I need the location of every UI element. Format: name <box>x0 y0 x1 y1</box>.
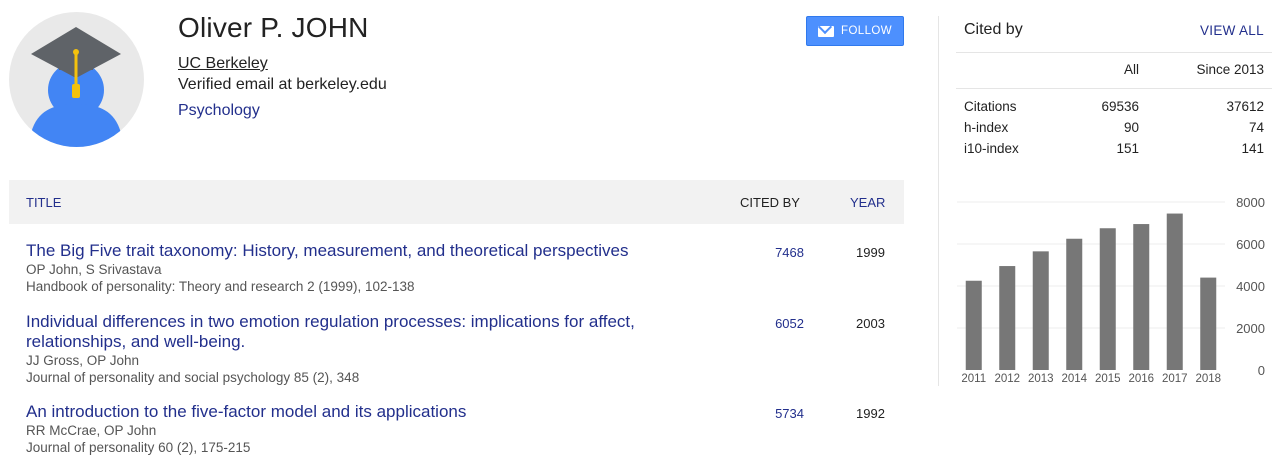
stat-since-value: 37612 <box>1226 99 1264 114</box>
y-tick-label: 6000 <box>1236 237 1265 252</box>
article-year: 2003 <box>856 316 885 331</box>
x-tick-label: 2015 <box>1095 373 1121 385</box>
x-tick-label: 2011 <box>961 373 986 385</box>
article-year: 1999 <box>856 245 885 260</box>
articles-table-header: TITLE CITED BY YEAR <box>9 180 904 224</box>
table-row: An introduction to the five‐factor model… <box>26 402 904 456</box>
stat-label: i10-index <box>964 141 1019 156</box>
profile-name: Oliver P. JOHN <box>178 12 369 43</box>
verified-email: Verified email at berkeley.edu <box>178 76 387 93</box>
y-tick-label: 8000 <box>1236 195 1265 210</box>
stat-since-value: 141 <box>1241 141 1264 156</box>
table-row: The Big Five trait taxonomy: History, me… <box>26 241 904 295</box>
view-all-link[interactable]: VIEW ALL <box>1200 23 1264 38</box>
column-all-header: All <box>1123 62 1139 77</box>
bar-2015 <box>1099 228 1116 370</box>
article-title-link[interactable]: Individual differences in two emotion re… <box>26 312 646 352</box>
default-profile-icon <box>29 27 123 147</box>
x-tick-label: 2017 <box>1162 373 1188 385</box>
y-tick-label: 2000 <box>1236 321 1265 336</box>
sort-by-cited[interactable]: CITED BY <box>740 195 800 210</box>
avatar <box>9 12 144 147</box>
bar-2018 <box>1200 277 1217 370</box>
follow-button[interactable]: FOLLOW <box>806 16 904 46</box>
article-authors: OP John, S Srivastava <box>26 262 162 277</box>
y-tick-label: 0 <box>1258 363 1265 378</box>
article-title-link[interactable]: An introduction to the five‐factor model… <box>26 402 646 422</box>
column-since-header: Since 2013 <box>1196 62 1264 77</box>
stat-all-value: 69536 <box>1101 99 1139 114</box>
cited-by-link[interactable]: 5734 <box>772 406 804 421</box>
affiliation-link[interactable]: UC Berkeley <box>178 55 268 73</box>
article-venue: Journal of personality 60 (2), 175-215 <box>26 440 251 455</box>
bar-2012 <box>999 266 1016 370</box>
bar-2013 <box>1032 251 1049 370</box>
x-tick-label: 2018 <box>1195 373 1221 385</box>
citations-per-year-chart: 0 2000 4000 6000 8000 2011 2012 2013 2014 2015 201… <box>957 195 1265 385</box>
x-tick-label: 2012 <box>994 373 1020 385</box>
y-tick-label: 4000 <box>1236 279 1265 294</box>
bar-2017 <box>1166 213 1183 370</box>
stat-all-value: 90 <box>1123 120 1139 135</box>
x-tick-label: 2014 <box>1061 373 1087 385</box>
sort-by-title[interactable]: TITLE <box>26 195 61 210</box>
panel-divider <box>938 16 939 386</box>
stat-all-value: 151 <box>1116 141 1139 156</box>
article-title-link[interactable]: The Big Five trait taxonomy: History, me… <box>26 241 646 261</box>
table-row: Individual differences in two emotion re… <box>26 312 904 386</box>
divider <box>956 88 1272 89</box>
follow-label: FOLLOW <box>841 25 892 37</box>
x-tick-label: 2013 <box>1028 373 1054 385</box>
stat-label: h-index <box>964 120 1009 135</box>
interest-link-psychology[interactable]: Psychology <box>178 102 260 120</box>
article-venue: Handbook of personality: Theory and rese… <box>26 279 415 294</box>
cited-by-link[interactable]: 6052 <box>772 316 804 331</box>
cited-by-link[interactable]: 7468 <box>772 245 804 260</box>
bar-2014 <box>1066 238 1083 370</box>
cited-by-heading: Cited by <box>964 21 1023 38</box>
article-authors: JJ Gross, OP John <box>26 353 140 368</box>
mail-icon <box>818 25 835 37</box>
bar-2016 <box>1133 224 1150 370</box>
article-venue: Journal of personality and social psycho… <box>26 370 360 385</box>
sort-by-year[interactable]: YEAR <box>850 195 885 210</box>
article-year: 1992 <box>856 406 885 421</box>
divider <box>956 52 1272 53</box>
bar-2011 <box>965 280 982 370</box>
stat-since-value: 74 <box>1248 120 1264 135</box>
x-tick-label: 2016 <box>1128 373 1154 385</box>
article-authors: RR McCrae, OP John <box>26 423 157 438</box>
stat-label: Citations <box>964 99 1017 114</box>
